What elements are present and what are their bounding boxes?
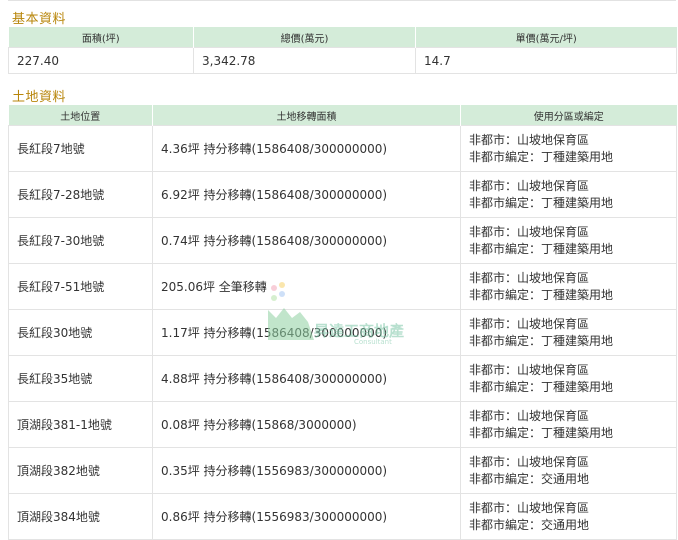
zoning-line-2: 非都市編定：丁種建築用地	[469, 149, 614, 164]
transfer-area: 205.06坪 全筆移轉	[152, 263, 461, 310]
value-area: 227.40	[8, 47, 194, 74]
land-location: 長紅段35地號	[8, 355, 153, 402]
land-location: 頂湖段381-1地號	[8, 401, 153, 448]
land-location: 長紅段7-28地號	[8, 171, 153, 218]
land-location: 長紅段30地號	[8, 309, 153, 356]
header-area: 面積(坪)	[8, 27, 194, 48]
zoning-cell: 非都市：山坡地保育區 非都市編定：交通用地	[460, 447, 677, 494]
zoning-cell: 非都市：山坡地保育區非都市編定：丁種建築用地	[460, 263, 677, 310]
transfer-area: 4.88坪 持分移轉(1586408/300000000)	[152, 355, 461, 402]
basic-info-table: 面積(坪) 總價(萬元) 單價(萬元/坪) 227.40 3,342.78 14…	[8, 27, 677, 74]
zoning-line-1: 非都市：山坡地保育區	[469, 224, 590, 239]
land-location: 頂湖段382地號	[8, 447, 153, 494]
zoning-line-2: 非都市編定：交通用地	[469, 517, 590, 532]
table-row: 頂湖段381-1地號 0.08坪 持分移轉(15868/3000000) 非都市…	[8, 401, 677, 448]
value-unit-price: 14.7	[415, 47, 677, 74]
header-unit-price: 單價(萬元/坪)	[415, 27, 677, 48]
zoning-line-2: 非都市編定：丁種建築用地	[469, 333, 614, 348]
zoning-line-2: 非都市編定：丁種建築用地	[469, 241, 614, 256]
land-location: 長紅段7-30地號	[8, 217, 153, 264]
header-total-price: 總價(萬元)	[193, 27, 416, 48]
zoning-cell: 非都市：山坡地保育區非都市編定：丁種建築用地	[460, 355, 677, 402]
land-location: 長紅段7-51地號	[8, 263, 153, 310]
basic-value-row: 227.40 3,342.78 14.7	[8, 47, 677, 74]
zoning-cell: 非都市：山坡地保育區非都市編定：丁種建築用地	[460, 171, 677, 218]
transfer-area: 0.08坪 持分移轉(15868/3000000)	[152, 401, 461, 448]
table-row: 長紅段7地號 4.36坪 持分移轉(1586408/300000000) 非都市…	[8, 125, 677, 172]
table-row: 頂湖段382地號 0.35坪 持分移轉(1556983/300000000) 非…	[8, 447, 677, 494]
top-divider	[8, 0, 676, 4]
transfer-area: 0.35坪 持分移轉(1556983/300000000)	[152, 447, 461, 494]
transfer-area: 1.17坪 持分移轉(1586408/300000000)	[152, 309, 461, 356]
table-row: 長紅段7-30地號 0.74坪 持分移轉(1586408/300000000) …	[8, 217, 677, 264]
transfer-area: 6.92坪 持分移轉(1586408/300000000)	[152, 171, 461, 218]
zoning-cell: 非都市：山坡地保育區非都市編定：丁種建築用地	[460, 217, 677, 264]
table-row: 頂湖段384地號 0.86坪 持分移轉(1556983/300000000) 非…	[8, 493, 677, 540]
header-zoning: 使用分區或編定	[460, 105, 677, 126]
zoning-line-1: 非都市：山坡地保育區	[469, 270, 590, 285]
table-row: 長紅段30地號 1.17坪 持分移轉(1586408/300000000) 非都…	[8, 309, 677, 356]
zoning-cell: 非都市：山坡地保育區非都市編定：丁種建築用地	[460, 401, 677, 448]
zoning-line-2: 非都市編定：丁種建築用地	[469, 425, 614, 440]
zoning-line-2: 非都市編定：丁種建築用地	[469, 195, 614, 210]
zoning-line-2: 非都市編定：丁種建築用地	[469, 379, 614, 394]
table-row: 長紅段35地號 4.88坪 持分移轉(1586408/300000000) 非都…	[8, 355, 677, 402]
land-location: 長紅段7地號	[8, 125, 153, 172]
table-row: 長紅段7-51地號 205.06坪 全筆移轉 非都市：山坡地保育區非都市編定：丁…	[8, 263, 677, 310]
zoning-line-1: 非都市：山坡地保育區	[469, 408, 590, 423]
land-info-table: 土地位置 土地移轉面積 使用分區或編定 長紅段7地號 4.36坪 持分移轉(15…	[8, 105, 677, 540]
transfer-area: 0.86坪 持分移轉(1556983/300000000)	[152, 493, 461, 540]
header-transfer-area: 土地移轉面積	[152, 105, 461, 126]
zoning-line-1: 非都市：山坡地保育區	[469, 362, 590, 377]
zoning-line-1: 非都市：山坡地保育區	[469, 316, 590, 331]
zoning-line-1: 非都市：山坡地保育區	[469, 132, 590, 147]
zoning-cell: 非都市：山坡地保育區非都市編定：丁種建築用地	[460, 125, 677, 172]
transfer-area: 0.74坪 持分移轉(1586408/300000000)	[152, 217, 461, 264]
zoning-cell: 非都市：山坡地保育區 非都市編定：交通用地	[460, 493, 677, 540]
zoning-line-2: 非都市編定：丁種建築用地	[469, 287, 614, 302]
zoning-cell: 非都市：山坡地保育區非都市編定：丁種建築用地	[460, 309, 677, 356]
land-location: 頂湖段384地號	[8, 493, 153, 540]
value-total-price: 3,342.78	[193, 47, 416, 74]
transfer-area: 4.36坪 持分移轉(1586408/300000000)	[152, 125, 461, 172]
land-header-row: 土地位置 土地移轉面積 使用分區或編定	[8, 105, 677, 126]
zoning-line-1: 非都市：山坡地保育區	[469, 454, 590, 469]
basic-header-row: 面積(坪) 總價(萬元) 單價(萬元/坪)	[8, 27, 677, 48]
header-land-location: 土地位置	[8, 105, 153, 126]
zoning-line-1: 非都市：山坡地保育區	[469, 500, 590, 515]
zoning-line-1: 非都市：山坡地保育區	[469, 178, 590, 193]
table-row: 長紅段7-28地號 6.92坪 持分移轉(1586408/300000000) …	[8, 171, 677, 218]
land-section-title: 土地資料	[12, 90, 67, 105]
basic-section-title: 基本資料	[12, 12, 67, 27]
zoning-line-2: 非都市編定：交通用地	[469, 471, 590, 486]
